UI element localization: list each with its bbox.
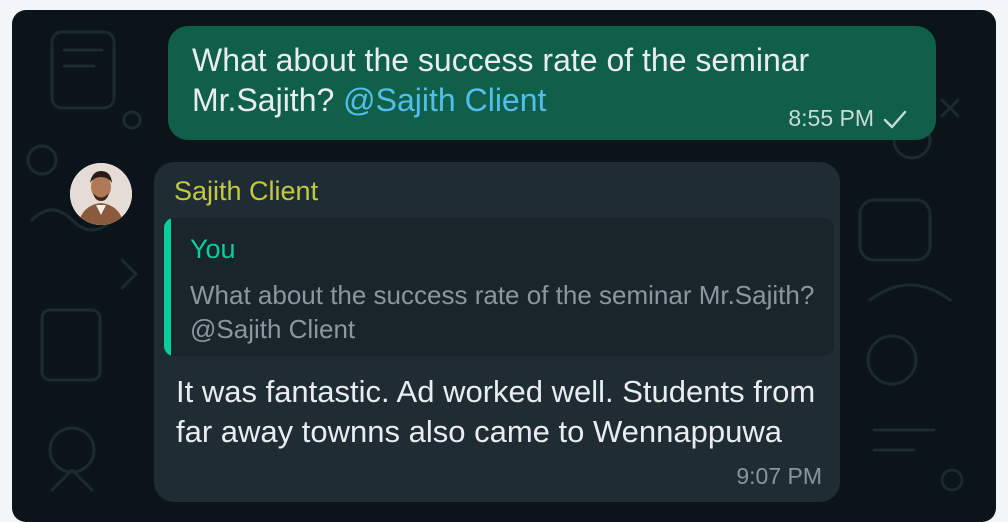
- quote-accent-bar: [164, 218, 171, 356]
- sender-avatar[interactable]: [70, 163, 132, 225]
- outgoing-message-meta: 8:55 PM: [788, 105, 908, 132]
- incoming-message-text: It was fantastic. Ad worked well. Studen…: [176, 374, 816, 449]
- incoming-message[interactable]: Sajith Client You What about the success…: [154, 162, 840, 502]
- quote-text: What about the success rate of the semin…: [190, 280, 815, 344]
- quoted-reply[interactable]: You What about the success rate of the s…: [164, 218, 834, 356]
- chat-window: What about the success rate of the semin…: [12, 10, 996, 522]
- person-photo-icon: [70, 163, 132, 225]
- mention-link[interactable]: @Sajith Client: [343, 82, 546, 118]
- incoming-message-time: 9:07 PM: [736, 463, 822, 489]
- quote-author: You: [190, 234, 236, 264]
- single-check-icon: [883, 110, 907, 128]
- outgoing-message[interactable]: What about the success rate of the semin…: [168, 26, 936, 140]
- outgoing-message-time: 8:55 PM: [788, 105, 874, 131]
- sender-name[interactable]: Sajith Client: [174, 176, 318, 207]
